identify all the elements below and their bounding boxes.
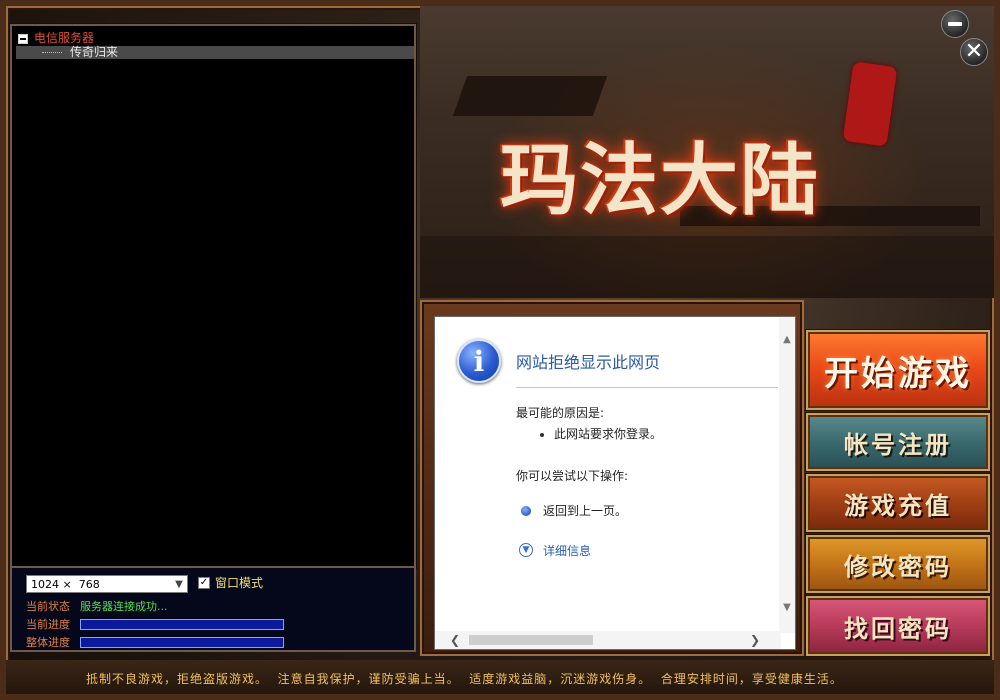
- server-group-label: 电信服务器: [34, 31, 95, 45]
- banner-roof-shape: [452, 76, 608, 116]
- change-password-button[interactable]: 修改密码: [806, 535, 990, 593]
- scroll-left-icon[interactable]: ❮: [447, 631, 463, 649]
- error-divider: [516, 387, 778, 388]
- expand-details-icon[interactable]: ▼: [519, 543, 533, 557]
- close-button[interactable]: ✕: [960, 38, 988, 66]
- start-game-label: 开始游戏: [824, 353, 972, 394]
- status-value: 服务器连接成功...: [80, 600, 168, 613]
- window-mode-toggle[interactable]: ✓ 窗口模式: [198, 574, 263, 591]
- overall-progress-bar: [80, 636, 284, 648]
- minimize-icon: [948, 22, 962, 26]
- minimize-button[interactable]: [941, 10, 969, 38]
- register-account-label: 帐号注册: [844, 429, 952, 459]
- status-label: 当前状态: [26, 600, 70, 613]
- recover-password-label: 找回密码: [844, 613, 952, 643]
- details-link[interactable]: 详细信息: [543, 542, 591, 559]
- game-logo: 玛法大陆: [500, 135, 821, 226]
- vertical-scrollbar[interactable]: ▲ ▼: [779, 317, 795, 633]
- current-progress-label: 当前进度: [26, 618, 70, 631]
- scroll-right-icon[interactable]: ❯: [747, 631, 763, 649]
- go-back-link[interactable]: 返回到上一页。: [543, 502, 627, 519]
- bottom-notice-bar: 抵制不良游戏，拒绝盗版游戏。 注意自我保护，谨防受骗上当。 适度游戏益脑，沉迷游…: [6, 660, 994, 694]
- recharge-button[interactable]: 游戏充值: [806, 474, 990, 532]
- tree-connector-icon: [42, 52, 62, 53]
- server-list-panel: 电信服务器 传奇归来: [10, 24, 416, 568]
- info-icon: i: [457, 339, 501, 383]
- current-progress-bar: [80, 618, 284, 630]
- scroll-up-icon[interactable]: ▲: [779, 331, 795, 347]
- server-item-label: 传奇归来: [70, 45, 119, 59]
- resolution-select[interactable]: 1024 × 768 ▼: [26, 575, 188, 593]
- red-seal-icon: [842, 61, 898, 147]
- horizontal-scrollbar[interactable]: ❮ ❯: [435, 631, 781, 649]
- try-heading: 你可以尝试以下操作:: [516, 469, 629, 483]
- window-mode-checkbox[interactable]: ✓: [198, 576, 210, 589]
- game-banner: 玛法大陆: [420, 6, 994, 298]
- scroll-down-icon[interactable]: ▼: [779, 599, 795, 615]
- chevron-down-icon[interactable]: ▼: [171, 576, 187, 592]
- resolution-value: 1024 × 768: [31, 577, 100, 591]
- reason-item: 此网站要求你登录。: [540, 425, 662, 442]
- server-item-selected[interactable]: 传奇归来: [16, 46, 414, 59]
- register-account-button[interactable]: 帐号注册: [806, 413, 990, 471]
- status-area: 1024 × 768 ▼ ✓ 窗口模式 当前状态 服务器连接成功... 当前进度…: [10, 568, 416, 652]
- window-mode-label: 窗口模式: [215, 576, 264, 590]
- overall-progress-row: 整体进度: [26, 634, 284, 650]
- bullet-icon: [540, 432, 544, 437]
- change-password-label: 修改密码: [844, 551, 952, 581]
- recharge-label: 游戏充值: [844, 490, 952, 520]
- news-browser-frame: i 网站拒绝显示此网页 最可能的原因是: 此网站要求你登录。 你可以尝试以下操作…: [420, 300, 804, 656]
- reason-heading: 最可能的原因是:: [516, 406, 605, 420]
- recover-password-button[interactable]: 找回密码: [806, 596, 990, 656]
- banner-ground-shape: [420, 236, 994, 298]
- current-progress-row: 当前进度: [26, 616, 284, 632]
- start-game-button[interactable]: 开始游戏: [806, 330, 990, 410]
- browser-view[interactable]: i 网站拒绝显示此网页 最可能的原因是: 此网站要求你登录。 你可以尝试以下操作…: [434, 316, 796, 650]
- go-back-icon: [521, 506, 531, 516]
- overall-progress-label: 整体进度: [26, 636, 70, 649]
- close-icon: ✕: [964, 39, 984, 64]
- horizontal-scroll-thumb[interactable]: [469, 635, 593, 645]
- tree-collapse-icon[interactable]: [18, 33, 28, 44]
- error-title: 网站拒绝显示此网页: [516, 353, 661, 372]
- reason-item-text: 此网站要求你登录。: [554, 427, 663, 441]
- server-group-telecom[interactable]: 电信服务器: [18, 32, 94, 45]
- status-row: 当前状态 服务器连接成功...: [26, 598, 168, 614]
- health-notice: 抵制不良游戏，拒绝盗版游戏。 注意自我保护，谨防受骗上当。 适度游戏益脑，沉迷游…: [86, 672, 843, 686]
